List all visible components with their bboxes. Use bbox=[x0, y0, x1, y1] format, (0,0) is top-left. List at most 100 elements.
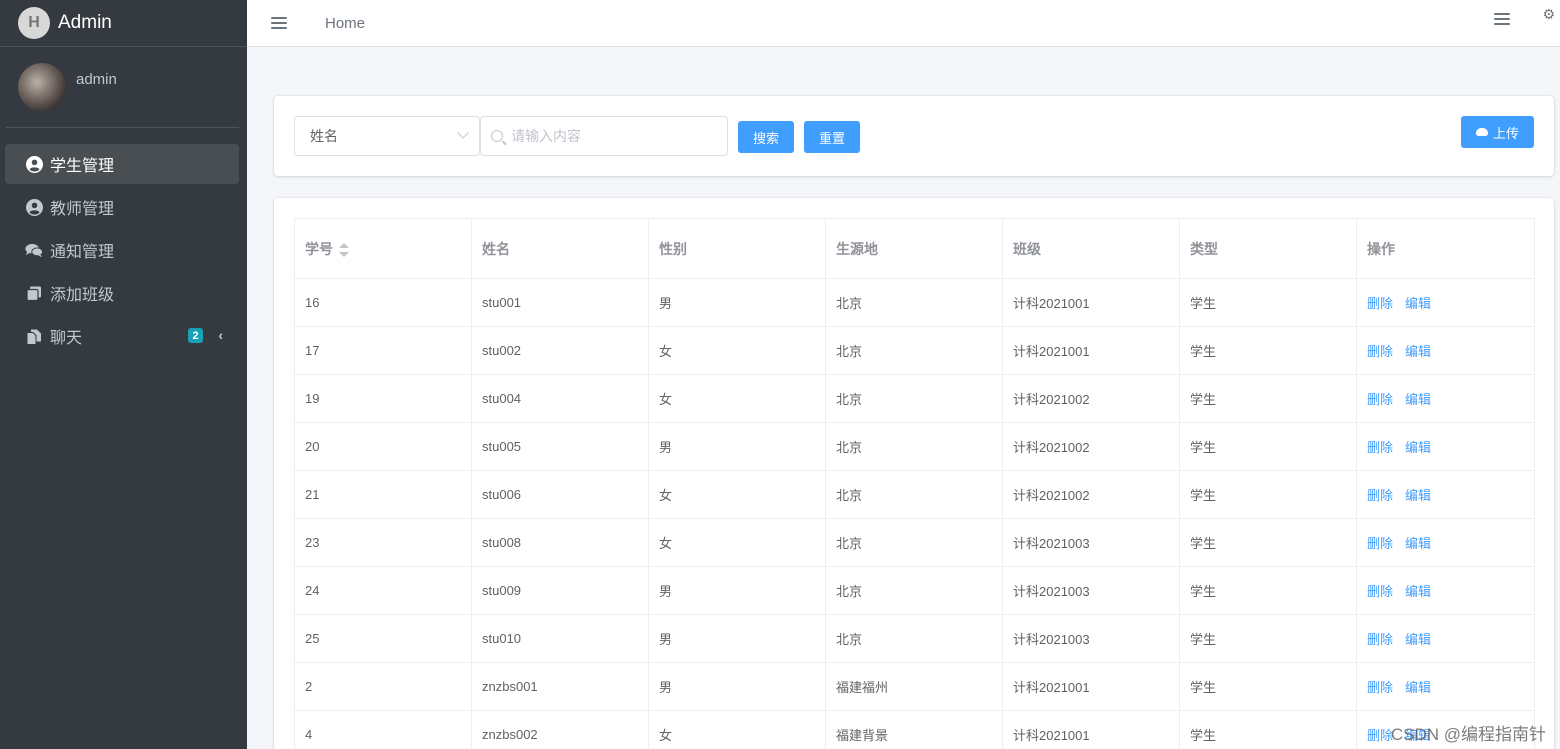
cell-gender: 男 bbox=[648, 566, 826, 615]
column-header-id[interactable]: 学号 bbox=[294, 218, 472, 279]
cell-class: 计科2021001 bbox=[1002, 278, 1180, 327]
cell-type: 学生 bbox=[1179, 374, 1357, 423]
upload-label: 上传 bbox=[1492, 125, 1519, 141]
cell-name: stu002 bbox=[471, 326, 649, 375]
cell-gender: 女 bbox=[648, 518, 826, 567]
cell-id: 20 bbox=[294, 422, 472, 471]
cell-type: 学生 bbox=[1179, 566, 1357, 615]
user-circle-icon bbox=[25, 198, 43, 216]
edit-button[interactable]: 编辑 bbox=[1405, 632, 1431, 647]
table-row: 25 stu010 男 北京 计科2021003 学生 删除 编辑 bbox=[294, 614, 1535, 663]
delete-button[interactable]: 删除 bbox=[1367, 296, 1393, 311]
brand[interactable]: H Admin bbox=[0, 0, 247, 47]
sidebar-item-chat[interactable]: 聊天 2 ‹ bbox=[5, 316, 239, 356]
user-panel[interactable]: admin bbox=[6, 47, 239, 128]
sidebar-item-label: 通知管理 bbox=[50, 244, 115, 261]
cell-type: 学生 bbox=[1179, 518, 1357, 567]
delete-button[interactable]: 删除 bbox=[1367, 392, 1393, 407]
menu-icon[interactable] bbox=[1494, 13, 1510, 25]
cell-actions: 删除 编辑 bbox=[1356, 422, 1535, 471]
delete-button[interactable]: 删除 bbox=[1367, 728, 1393, 743]
edit-button[interactable]: 编辑 bbox=[1405, 440, 1431, 455]
cell-id: 19 bbox=[294, 374, 472, 423]
delete-button[interactable]: 删除 bbox=[1367, 344, 1393, 359]
select-value: 姓名 bbox=[310, 128, 338, 144]
cell-gender: 女 bbox=[648, 470, 826, 519]
sidebar-item-student-management[interactable]: 学生管理 bbox=[5, 144, 239, 184]
cell-id: 4 bbox=[294, 710, 472, 749]
user-circle-icon bbox=[25, 155, 43, 173]
sidebar-nav: 学生管理 教师管理 通知管理 添加班级 聊天 2 ‹ bbox=[0, 144, 247, 356]
cell-origin: 北京 bbox=[825, 470, 1003, 519]
search-button[interactable]: 搜索 bbox=[738, 121, 794, 153]
cell-actions: 删除 编辑 bbox=[1356, 374, 1535, 423]
cell-class: 计科2021002 bbox=[1002, 422, 1180, 471]
cell-origin: 福建背景 bbox=[825, 710, 1003, 749]
cell-name: stu010 bbox=[471, 614, 649, 663]
cell-name: stu006 bbox=[471, 470, 649, 519]
cell-name: znzbs001 bbox=[471, 662, 649, 711]
sidebar-item-notice-management[interactable]: 通知管理 bbox=[5, 230, 239, 270]
chat-count-badge: 2 bbox=[188, 328, 203, 343]
cell-class: 计科2021001 bbox=[1002, 326, 1180, 375]
table-row: 4 znzbs002 女 福建背景 计科2021001 学生 删除 编辑 bbox=[294, 710, 1535, 749]
menu-toggle-icon[interactable] bbox=[271, 17, 287, 29]
cell-gender: 男 bbox=[648, 614, 826, 663]
chevron-down-icon bbox=[457, 127, 469, 139]
table-row: 19 stu004 女 北京 计科2021002 学生 删除 编辑 bbox=[294, 374, 1535, 423]
edit-button[interactable]: 编辑 bbox=[1405, 536, 1431, 551]
gear-icon[interactable]: ⚙ bbox=[1542, 6, 1555, 23]
sidebar-item-teacher-management[interactable]: 教师管理 bbox=[5, 187, 239, 227]
cell-name: stu004 bbox=[471, 374, 649, 423]
delete-button[interactable]: 删除 bbox=[1367, 536, 1393, 551]
sort-caret-icon[interactable] bbox=[339, 242, 349, 257]
column-header-actions: 操作 bbox=[1356, 218, 1535, 279]
edit-button[interactable]: 编辑 bbox=[1405, 344, 1431, 359]
edit-button[interactable]: 编辑 bbox=[1405, 680, 1431, 695]
table-card: 学号 姓名 性别 生源地 班级 类型 操作 16 stu001 男 北京 计科2… bbox=[274, 198, 1554, 749]
cell-actions: 删除 编辑 bbox=[1356, 614, 1535, 663]
delete-button[interactable]: 删除 bbox=[1367, 632, 1393, 647]
delete-button[interactable]: 删除 bbox=[1367, 584, 1393, 599]
cell-id: 25 bbox=[294, 614, 472, 663]
cell-class: 计科2021002 bbox=[1002, 470, 1180, 519]
cell-origin: 北京 bbox=[825, 518, 1003, 567]
search-icon bbox=[491, 130, 503, 142]
delete-button[interactable]: 删除 bbox=[1367, 680, 1393, 695]
cell-id: 16 bbox=[294, 278, 472, 327]
cell-type: 学生 bbox=[1179, 422, 1357, 471]
reset-button[interactable]: 重置 bbox=[804, 121, 860, 153]
upload-button[interactable]: 上传 bbox=[1461, 116, 1534, 148]
cell-class: 计科2021001 bbox=[1002, 662, 1180, 711]
cell-class: 计科2021003 bbox=[1002, 518, 1180, 567]
cell-origin: 北京 bbox=[825, 374, 1003, 423]
cell-origin: 北京 bbox=[825, 326, 1003, 375]
cell-actions: 删除 编辑 bbox=[1356, 470, 1535, 519]
edit-button[interactable]: 编辑 bbox=[1405, 488, 1431, 503]
cell-class: 计科2021001 bbox=[1002, 710, 1180, 749]
cell-origin: 北京 bbox=[825, 614, 1003, 663]
search-card: 姓名 请输入内容 搜索 重置 上传 bbox=[274, 96, 1554, 176]
sidebar-item-label: 添加班级 bbox=[50, 287, 115, 304]
cell-actions: 删除 编辑 bbox=[1356, 326, 1535, 375]
cell-origin: 北京 bbox=[825, 566, 1003, 615]
search-field-select[interactable]: 姓名 bbox=[294, 116, 480, 156]
search-input[interactable]: 请输入内容 bbox=[480, 116, 728, 156]
sidebar-item-add-class[interactable]: 添加班级 bbox=[5, 273, 239, 313]
delete-button[interactable]: 删除 bbox=[1367, 488, 1393, 503]
chevron-left-icon[interactable]: ‹ bbox=[218, 327, 223, 343]
table-row: 21 stu006 女 北京 计科2021002 学生 删除 编辑 bbox=[294, 470, 1535, 519]
column-header-name: 姓名 bbox=[471, 218, 649, 279]
home-link[interactable]: Home bbox=[325, 15, 365, 32]
cell-type: 学生 bbox=[1179, 470, 1357, 519]
cell-id: 24 bbox=[294, 566, 472, 615]
copy-icon bbox=[25, 284, 43, 302]
edit-button[interactable]: 编辑 bbox=[1405, 584, 1431, 599]
cell-name: znzbs002 bbox=[471, 710, 649, 749]
edit-button[interactable]: 编辑 bbox=[1405, 296, 1431, 311]
table-row: 2 znzbs001 男 福建福州 计科2021001 学生 删除 编辑 bbox=[294, 662, 1535, 711]
delete-button[interactable]: 删除 bbox=[1367, 440, 1393, 455]
table-row: 17 stu002 女 北京 计科2021001 学生 删除 编辑 bbox=[294, 326, 1535, 375]
column-header-type: 类型 bbox=[1179, 218, 1357, 279]
edit-button[interactable]: 编辑 bbox=[1405, 392, 1431, 407]
